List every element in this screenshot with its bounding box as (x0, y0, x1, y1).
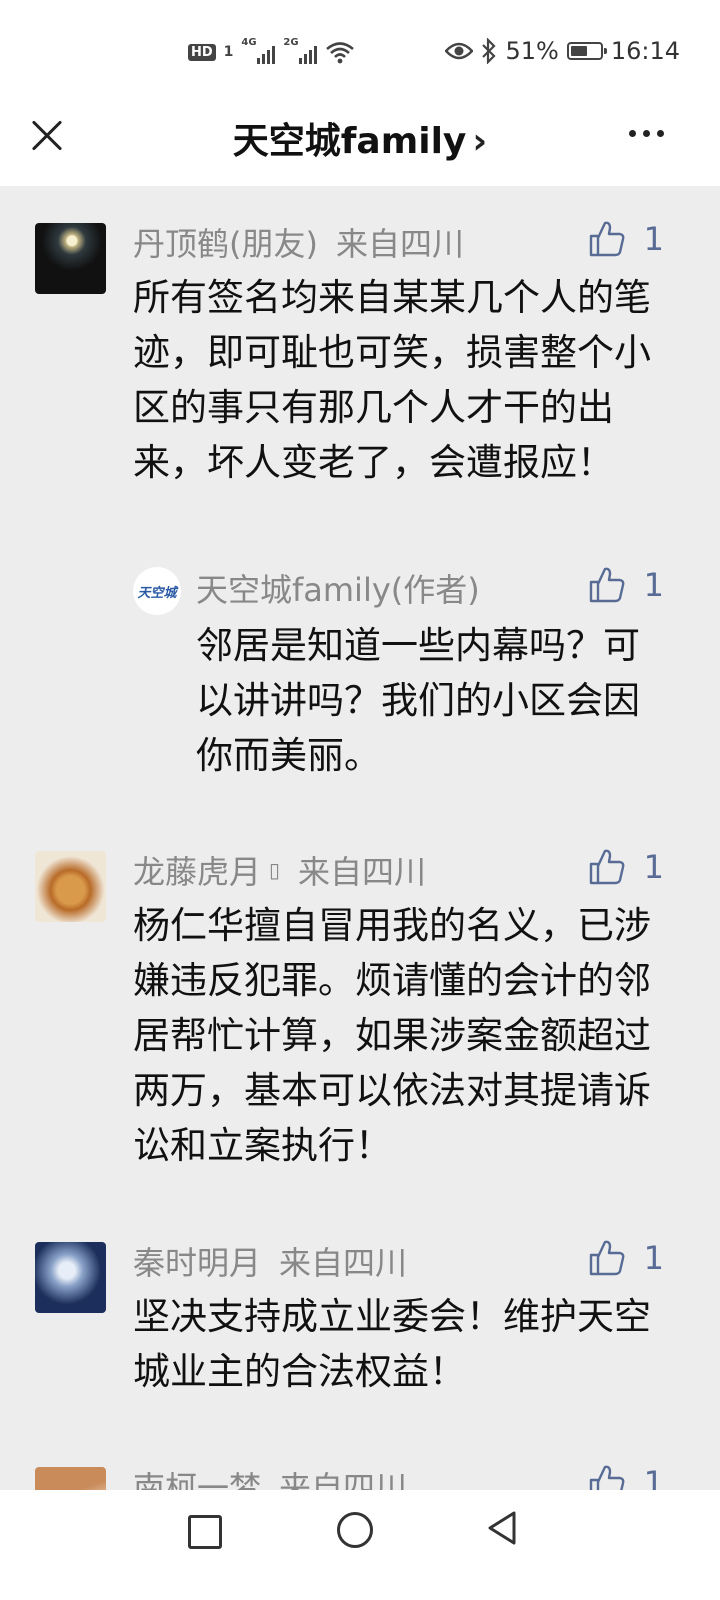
reply-author[interactable]: 天空城family(作者) (196, 565, 480, 611)
comment-header: 丹顶鹤(朋友) 来自四川 (133, 220, 664, 264)
title-area[interactable]: 天空城family › (0, 112, 720, 164)
comment-header: 秦时明月 来自四川 (133, 1239, 664, 1283)
like-button[interactable]: 1 (588, 220, 664, 258)
like-button[interactable]: 1 (588, 1239, 664, 1277)
like-count: 1 (643, 220, 664, 258)
comment-header: 龙藤虎月 ▯ 来自四川 (133, 848, 664, 892)
comment-author[interactable]: 南柯一梦 (133, 1463, 261, 1490)
thumbs-up-icon (589, 567, 625, 603)
recents-icon[interactable] (188, 1515, 222, 1549)
comment-region: 来自四川 (279, 1469, 408, 1490)
sim-indicator: 1 (223, 44, 234, 60)
reply-like-button[interactable]: 1 (588, 566, 664, 604)
battery-icon (566, 42, 607, 60)
status-time: 16:14 (610, 37, 680, 65)
like-count: 1 (643, 566, 664, 604)
comment-author[interactable]: 龙藤虎月 (133, 847, 261, 893)
hd-badge: HD (188, 43, 216, 61)
comment-region: 来自四川 (279, 1244, 408, 1282)
thumbs-up-icon (589, 1240, 625, 1276)
author-avatar-logo: 天空城 (137, 585, 177, 601)
like-count: 1 (643, 848, 664, 886)
like-count: 1 (643, 1464, 664, 1490)
avatar[interactable] (35, 223, 106, 294)
page-title: 天空城family (232, 121, 467, 162)
comment-text: 坚决支持成立业委会！维护天空城业主的合法权益！ (133, 1295, 651, 1393)
network-type-1: 4G (241, 37, 257, 48)
badge-icon: ▯ (269, 858, 281, 882)
like-button[interactable]: 1 (588, 848, 664, 886)
comment-author[interactable]: 秦时明月 (133, 1238, 261, 1284)
eye-icon (445, 42, 474, 60)
home-icon[interactable] (337, 1512, 373, 1548)
status-bar: HD 1 4G 2G 51% 16:14 (0, 0, 720, 100)
title-bar: 天空城family › (0, 100, 720, 186)
avatar[interactable] (35, 1467, 106, 1490)
comment-text: 所有签名均来自某某几个人的笔迹，即可耻也可笑，损害整个小区的事只有那几个人才干的… (133, 276, 651, 484)
author-avatar[interactable]: 天空城 (133, 567, 181, 615)
like-button[interactable]: 1 (588, 1464, 664, 1490)
avatar[interactable] (35, 851, 106, 922)
thumbs-up-icon (589, 1465, 625, 1490)
more-icon[interactable] (629, 130, 664, 137)
reply-text: 邻居是知道一些内幕吗？可以讲讲吗？我们的小区会因你而美丽。 (196, 624, 640, 777)
wifi-icon (326, 42, 355, 64)
network-type-2: 2G (283, 37, 299, 48)
thumbs-up-icon (589, 849, 625, 885)
like-count: 1 (643, 1239, 664, 1277)
status-right-icons: 51% 16:14 (445, 36, 680, 66)
battery-percent: 51% (505, 37, 559, 65)
thumbs-up-icon (589, 221, 625, 257)
comment-author[interactable]: 丹顶鹤(朋友) (133, 219, 318, 265)
avatar[interactable] (35, 1242, 106, 1313)
back-icon[interactable] (486, 1510, 518, 1546)
comment-list[interactable]: 丹顶鹤(朋友) 来自四川 1 所有签名均来自某某几个人的笔迹，即可耻也可笑，损害… (0, 186, 720, 1490)
comment-header: 南柯一梦 来自四川 (133, 1464, 664, 1490)
comment-region: 来自四川 (298, 853, 427, 891)
signal-icon-2: 2G (283, 37, 318, 64)
comment-text: 杨仁华擅自冒用我的名义，已涉嫌违反犯罪。烦请懂的会计的邻居帮忙计算，如果涉案金额… (133, 904, 651, 1167)
bluetooth-icon (482, 38, 497, 64)
chevron-right-icon: › (472, 121, 488, 162)
signal-icon: 4G (241, 37, 276, 64)
comment-region: 来自四川 (335, 225, 464, 263)
system-nav-bar (0, 1490, 720, 1600)
status-left-icons: HD 1 4G 2G (188, 37, 355, 66)
